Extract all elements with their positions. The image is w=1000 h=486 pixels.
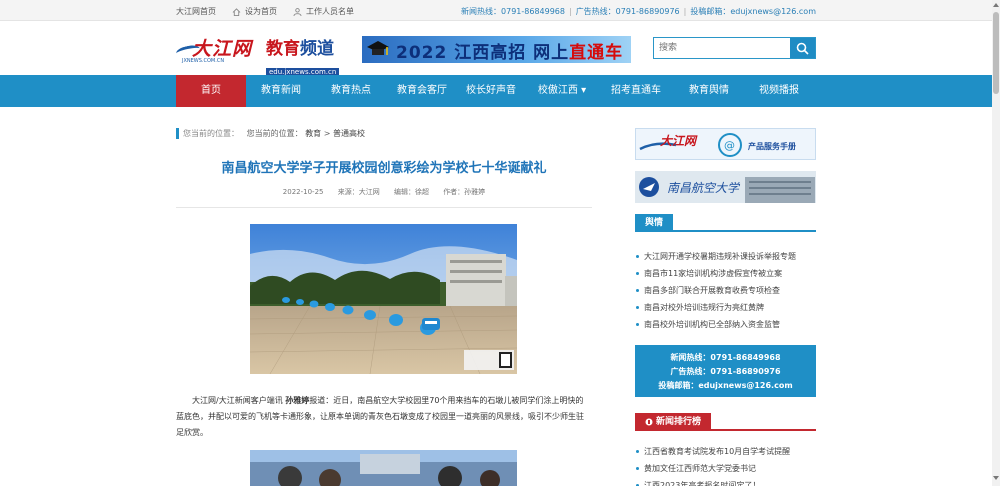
- breadcrumb-label: 您当前的位置：: [183, 129, 239, 138]
- ranking-section-title: 新闻排行榜: [656, 417, 702, 427]
- header: 大江网 JXNEWS.COM.CN 教育频道 edu.jxnews.com.cn…: [0, 21, 992, 76]
- article-source: 来源：大江网: [337, 188, 380, 196]
- nav-item-principal-voice[interactable]: 校长好声音: [458, 75, 524, 107]
- opinion-section-header: 舆情: [635, 214, 816, 232]
- logo-url: JXNEWS.COM.CN: [182, 58, 225, 64]
- scrollbar-thumb[interactable]: [993, 12, 999, 94]
- paragraph-prefix: 大江网/大江新闻客户端讯: [192, 396, 286, 405]
- set-home-label: 设为首页: [245, 7, 277, 16]
- separator: |: [683, 7, 687, 16]
- main-nav: 首页 教育新闻 教育热点 教育会客厅 校长好声音 校傲江西 ▾ 招考直通车 教育…: [0, 75, 992, 107]
- gaokao-banner[interactable]: 2022 江西高招 网上直通车: [362, 36, 631, 63]
- search-icon: [796, 42, 809, 55]
- banner-text: 2022 江西高招 网上直通车: [396, 38, 623, 63]
- channel-logo[interactable]: 教育频道 edu.jxnews.com.cn: [266, 34, 340, 76]
- channel-title-b: 频道: [300, 39, 334, 59]
- product-manual-label: 产品服务手册: [748, 142, 796, 151]
- list-item[interactable]: 南昌校外培训机构已全部纳入资金监管: [635, 316, 816, 333]
- nav-item-edu-news[interactable]: 教育新闻: [246, 75, 316, 107]
- search-box: [653, 37, 816, 59]
- ranking-list: 江西省教育考试院发布10月自学考试提醒 黄加文任江西师范大学党委书记 江西202…: [635, 443, 816, 486]
- svg-text:大江网: 大江网: [660, 134, 698, 148]
- banner-highlight: 直通车: [569, 43, 624, 63]
- submission-email[interactable]: 投稿邮箱：edujxnews@126.com: [690, 6, 816, 17]
- home-icon: [232, 7, 241, 16]
- list-item[interactable]: 江西2023年高考报名时间定了！: [635, 477, 816, 486]
- article-title: 南昌航空大学学子开展校园创意彩绘为学校七十华诞献礼: [221, 161, 547, 176]
- breadcrumb-sep: >: [323, 129, 331, 138]
- nav-item-guest-hall[interactable]: 教育会客厅: [386, 75, 458, 107]
- breadcrumb-edu[interactable]: 教育: [305, 129, 321, 138]
- search-button[interactable]: [790, 38, 815, 58]
- hotline-box: 新闻热线：0791-86849968 广告热线：0791-86890976 投稿…: [635, 345, 816, 397]
- scroll-up-icon[interactable]: [993, 3, 999, 7]
- home-link[interactable]: 大江网首页: [176, 6, 216, 17]
- staff-list-label: 工作人员名单: [306, 7, 354, 16]
- hotline-ad: 广告热线：0791-86890976: [670, 367, 781, 376]
- page-scrollbar[interactable]: [992, 0, 1000, 486]
- ranking-icon: [645, 418, 653, 426]
- person-icon: [293, 7, 302, 16]
- hotline-email[interactable]: 投稿邮箱：edujxnews@126.com: [635, 379, 816, 393]
- nav-item-video[interactable]: 视频播报: [746, 75, 812, 107]
- breadcrumb-university[interactable]: 普通高校: [333, 129, 365, 138]
- nav-item-home[interactable]: 首页: [176, 75, 246, 107]
- breadcrumb-label-2: 您当前的位置：: [246, 129, 303, 138]
- site-logo[interactable]: 大江网 JXNEWS.COM.CN: [175, 34, 260, 66]
- nav-item-public-opinion[interactable]: 教育舆情: [672, 75, 746, 107]
- article-date: 2022-10-25: [282, 188, 324, 196]
- nav-item-schools-jiangxi[interactable]: 校傲江西 ▾: [524, 75, 600, 107]
- search-input[interactable]: [654, 38, 791, 58]
- set-home-link[interactable]: 设为首页: [232, 6, 277, 17]
- ranking-section-header: 新闻排行榜: [635, 413, 816, 431]
- staff-list-link[interactable]: 工作人员名单: [293, 6, 354, 17]
- university-ad-label: 南昌航空大学: [667, 181, 740, 195]
- graduation-cap-icon: [367, 41, 389, 55]
- opinion-section-title[interactable]: 舆情: [635, 214, 674, 232]
- opinion-list: 大江网开通学校暑期违规补课投诉举报专题 南昌市11家培训机构涉虚假宣传被立案 南…: [635, 248, 816, 333]
- paragraph-author: 孙雅婷: [285, 396, 310, 405]
- list-item[interactable]: 南昌市11家培训机构涉虚假宣传被立案: [635, 265, 816, 282]
- news-hotline: 新闻热线：0791-86849968: [461, 7, 565, 16]
- article-author: 作者：孙雅婷: [443, 188, 486, 196]
- list-item[interactable]: 黄加文任江西师范大学党委书记: [635, 460, 816, 477]
- page: { "topbar": { "home_link": "大江网首页", "set…: [0, 0, 1000, 486]
- banner-prefix: 2022 江西高招 网上: [396, 43, 570, 63]
- channel-title-a: 教育: [266, 39, 300, 59]
- article-photo-2: [250, 450, 517, 486]
- list-item[interactable]: 南昌多部门联合开展教育收费专项检查: [635, 282, 816, 299]
- article-photo-1: [250, 224, 517, 374]
- list-item[interactable]: 大江网开通学校暑期违规补课投诉举报专题: [635, 248, 816, 265]
- article-editor: 编辑：徐超: [393, 188, 429, 196]
- product-manual-ad[interactable]: 大江网 @ 产品服务手册: [635, 128, 816, 160]
- separator: |: [568, 7, 572, 16]
- list-item[interactable]: 南昌对校外培训违规行为亮红黄牌: [635, 299, 816, 316]
- breadcrumb: 您当前的位置： 您当前的位置： 教育 > 普通高校: [176, 128, 365, 139]
- scroll-down-icon[interactable]: [993, 476, 999, 480]
- channel-title: 教育频道: [266, 34, 338, 59]
- article-meta: 2022-10-25 来源：大江网 编辑：徐超 作者：孙雅婷: [176, 187, 592, 197]
- hotline-news: 新闻热线：0791-86849968: [670, 353, 781, 362]
- top-bar: 大江网首页 设为首页 工作人员名单 新闻热线：0791-86849968 | 广…: [0, 0, 992, 21]
- list-item[interactable]: 江西省教育考试院发布10月自学考试提醒: [635, 443, 816, 460]
- nav-item-admissions[interactable]: 招考直通车: [600, 75, 672, 107]
- nav-item-hot-topics[interactable]: 教育热点: [316, 75, 386, 107]
- svg-text:@: @: [724, 139, 735, 152]
- ad-hotline: 广告热线：0791-86890976: [575, 7, 680, 16]
- logo-text: 大江网: [192, 38, 253, 60]
- title-divider: [176, 207, 592, 208]
- university-ad[interactable]: 南昌航空大学: [635, 171, 816, 203]
- article-paragraph: 大江网/大江新闻客户端讯 孙雅婷报道：近日，南昌航空大学校园里70个用来挡车的石…: [176, 393, 590, 441]
- ranking-section-tab[interactable]: 新闻排行榜: [635, 413, 712, 431]
